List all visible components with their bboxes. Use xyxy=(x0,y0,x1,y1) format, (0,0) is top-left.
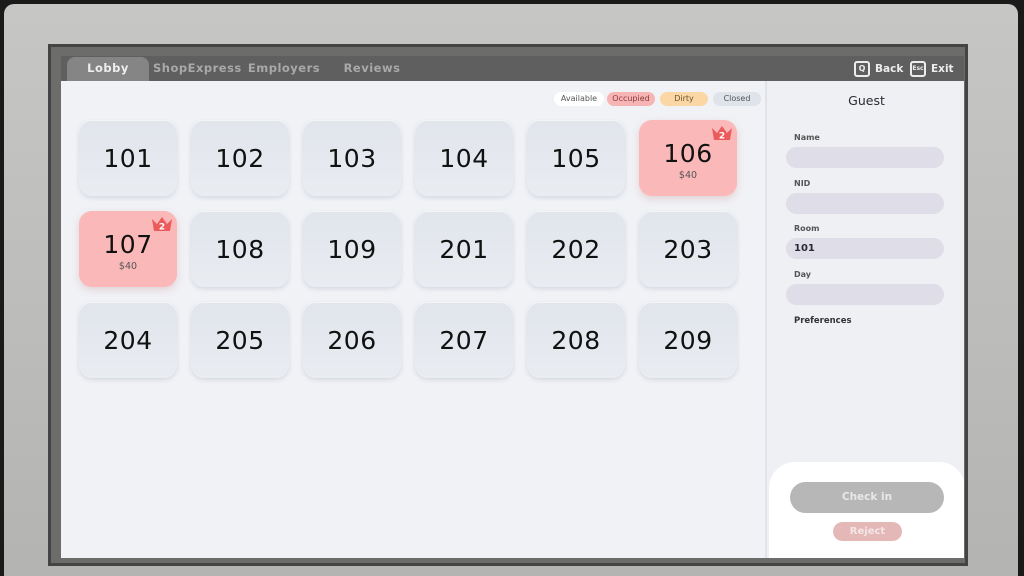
room-number: 204 xyxy=(103,325,153,355)
legend-available: Available xyxy=(554,92,604,106)
tab-employers[interactable]: Employers xyxy=(247,57,321,81)
room-card-108[interactable]: 108 xyxy=(191,211,289,287)
room-number: 207 xyxy=(439,325,489,355)
room-card-104[interactable]: 104 xyxy=(415,120,513,196)
room-card-206[interactable]: 206 xyxy=(303,302,401,378)
room-price: $40 xyxy=(678,170,698,181)
room-card-201[interactable]: 201 xyxy=(415,211,513,287)
legend-closed: Closed xyxy=(713,92,761,106)
legend-occupied: Occupied xyxy=(607,92,655,106)
tab-reviews[interactable]: Reviews xyxy=(341,57,403,81)
room-number: 103 xyxy=(327,143,377,173)
room-label: Room xyxy=(794,224,820,233)
q-key-icon: Q xyxy=(854,60,870,77)
crown-icon: 2 xyxy=(712,126,732,142)
action-card: Check in Reject xyxy=(769,462,964,558)
room-card-103[interactable]: 103 xyxy=(303,120,401,196)
room-number: 101 xyxy=(103,143,153,173)
room-card-208[interactable]: 208 xyxy=(527,302,625,378)
nid-label: NID xyxy=(794,179,811,188)
hotel-app-screen: Lobby ShopExpress Employers Reviews Q Ba… xyxy=(61,56,964,558)
preferences-label: Preferences xyxy=(794,316,852,326)
esc-key-icon: Esc xyxy=(910,60,926,77)
room-number: 205 xyxy=(215,325,265,355)
room-number: 108 xyxy=(215,234,265,264)
room-number: 203 xyxy=(663,234,713,264)
tab-lobby[interactable]: Lobby xyxy=(67,57,149,81)
room-card-202[interactable]: 202 xyxy=(527,211,625,287)
room-card-207[interactable]: 207 xyxy=(415,302,513,378)
top-nav-bar: Lobby ShopExpress Employers Reviews Q Ba… xyxy=(61,56,964,81)
tab-shopexpress[interactable]: ShopExpress xyxy=(153,57,241,81)
crown-level: 2 xyxy=(159,223,165,233)
room-card-105[interactable]: 105 xyxy=(527,120,625,196)
room-card-209[interactable]: 209 xyxy=(639,302,737,378)
reject-button[interactable]: Reject xyxy=(833,522,902,541)
name-field[interactable] xyxy=(786,147,944,168)
room-field[interactable]: 101 xyxy=(786,238,944,259)
room-card-102[interactable]: 102 xyxy=(191,120,289,196)
room-card-101[interactable]: 101 xyxy=(79,120,177,196)
room-number: 201 xyxy=(439,234,489,264)
exit-button[interactable]: Esc Exit xyxy=(910,60,954,77)
room-card-205[interactable]: 205 xyxy=(191,302,289,378)
guest-title: Guest xyxy=(848,93,885,108)
room-number: 208 xyxy=(551,325,601,355)
check-in-button[interactable]: Check in xyxy=(790,482,944,513)
nid-field[interactable] xyxy=(786,193,944,214)
room-number: 109 xyxy=(327,234,377,264)
back-button[interactable]: Q Back xyxy=(854,60,903,77)
room-number: 206 xyxy=(327,325,377,355)
legend-dirty: Dirty xyxy=(660,92,708,106)
room-card-109[interactable]: 109 xyxy=(303,211,401,287)
room-number: 104 xyxy=(439,143,489,173)
room-card-204[interactable]: 204 xyxy=(79,302,177,378)
back-label: Back xyxy=(875,62,904,75)
day-label: Day xyxy=(794,270,812,279)
room-number: 202 xyxy=(551,234,601,264)
name-label: Name xyxy=(794,133,820,142)
guest-panel: Guest Name NID Room 101 Day Preferences … xyxy=(765,81,964,558)
room-price: $40 xyxy=(118,261,138,272)
day-field[interactable] xyxy=(786,284,944,305)
room-card-106[interactable]: 106 $40 2 xyxy=(639,120,737,196)
room-number: 209 xyxy=(663,325,713,355)
crown-icon: 2 xyxy=(152,217,172,233)
room-card-107[interactable]: 107 $40 2 xyxy=(79,211,177,287)
room-number: 107 xyxy=(103,230,153,259)
room-number: 102 xyxy=(215,143,265,173)
room-card-203[interactable]: 203 xyxy=(639,211,737,287)
crown-level: 2 xyxy=(719,132,725,142)
room-number: 106 xyxy=(663,139,713,168)
exit-label: Exit xyxy=(931,62,954,75)
room-number: 105 xyxy=(551,143,601,173)
